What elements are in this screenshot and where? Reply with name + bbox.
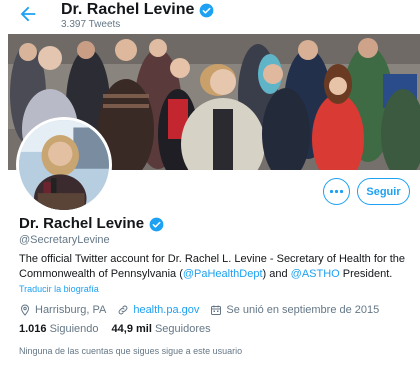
verified-badge-icon [149, 217, 164, 232]
follow-stats: 1.016 Siguiendo 44,9 mil Seguidores [19, 322, 224, 336]
profile-bio: The official Twitter account for Dr. Rac… [19, 252, 411, 282]
location-item: Harrisburg, PA [19, 304, 106, 316]
website-link[interactable]: health.pa.gov [133, 304, 199, 316]
following-label: Siguiendo [49, 323, 99, 335]
profile-header-bar: Dr. Rachel Levine 3.397 Tweets [0, 0, 420, 34]
tweet-count: 3.397 Tweets [61, 19, 121, 30]
profile-name-text: Dr. Rachel Levine [19, 215, 145, 232]
profile-meta: Harrisburg, PA health.pa.gov Se unió en … [19, 302, 390, 317]
location-pin-icon [20, 303, 30, 316]
bio-text: President. [339, 268, 393, 280]
arrow-left-icon [20, 6, 36, 22]
follow-button[interactable]: Seguir [357, 178, 410, 205]
mention-link-pahealthdept[interactable]: @PaHealthDept [183, 268, 263, 280]
followers-stat[interactable]: 44,9 mil Seguidores [112, 322, 211, 336]
back-button[interactable] [17, 3, 43, 27]
more-dots-icon [329, 189, 344, 194]
translate-bio-link[interactable]: Traducir la biografía [19, 284, 99, 295]
profile-avatar[interactable] [16, 117, 112, 213]
followers-you-know-text: Ninguna de las cuentas que sigues sigue … [19, 346, 243, 356]
bio-text: ) and [262, 268, 291, 280]
header-name: Dr. Rachel Levine [61, 1, 195, 18]
joined-text: Se unió en septiembre de 2015 [226, 303, 380, 316]
following-count: 1.016 [19, 323, 47, 335]
location-text: Harrisburg, PA [35, 303, 107, 316]
mention-link-astho[interactable]: @ASTHO [291, 268, 340, 280]
website-item[interactable]: health.pa.gov [117, 304, 199, 316]
more-options-button[interactable] [323, 178, 350, 205]
followers-count: 44,9 mil [111, 323, 152, 335]
joined-item: Se unió en septiembre de 2015 [210, 304, 379, 316]
followers-label: Seguidores [154, 323, 211, 335]
header-title: Dr. Rachel Levine [61, 1, 214, 19]
link-icon [118, 305, 128, 314]
verified-badge-icon [199, 3, 214, 18]
calendar-icon [211, 305, 222, 315]
following-stat[interactable]: 1.016 Siguiendo [19, 322, 99, 336]
profile-handle: @SecretaryLevine [19, 234, 110, 246]
profile-name: Dr. Rachel Levine [19, 215, 164, 233]
